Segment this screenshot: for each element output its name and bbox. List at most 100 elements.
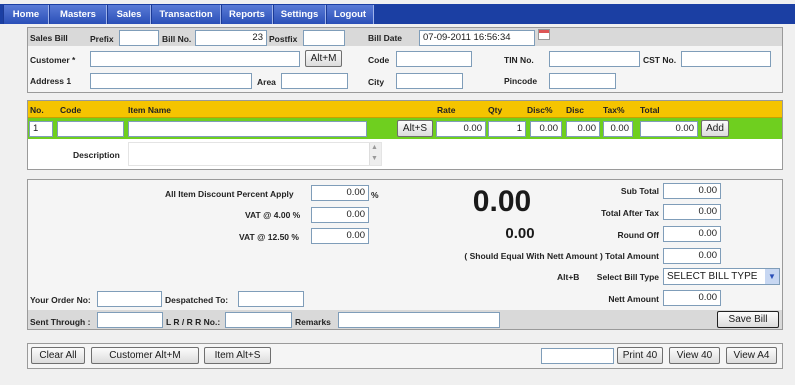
vat125-field[interactable]: 0.00	[311, 228, 369, 244]
description-label: Description	[73, 150, 120, 160]
col-disc: Disc	[566, 105, 584, 115]
area-label: Area	[257, 77, 276, 87]
total-amount-label: ( Should Equal With Nett Amount ) Total …	[464, 251, 659, 261]
sub-total-label: Sub Total	[620, 186, 659, 196]
remarks-label: Remarks	[295, 317, 331, 327]
order-no-field[interactable]	[97, 291, 162, 307]
pincode-field[interactable]	[549, 73, 616, 89]
bill-type-select[interactable]: SELECT BILL TYPE ▼	[663, 268, 780, 285]
alt-s-button[interactable]: Alt+S	[397, 120, 433, 137]
secondary-total-display: 0.00	[505, 225, 535, 242]
vat125-label: VAT @ 12.50 %	[239, 232, 299, 242]
remarks-field[interactable]	[338, 312, 500, 328]
bill-type-label: Select Bill Type	[596, 272, 659, 282]
nett-amount-label: Nett Amount	[608, 294, 659, 304]
order-no-label: Your Order No:	[30, 295, 91, 305]
vat4-label: VAT @ 4.00 %	[245, 210, 301, 220]
disc-percent-field[interactable]: 0.00	[530, 121, 562, 137]
alt-m-button[interactable]: Alt+M	[305, 50, 342, 67]
rate-field[interactable]: 0.00	[436, 121, 486, 137]
description-field[interactable]	[128, 142, 382, 166]
percent-sign: %	[371, 190, 379, 200]
col-code: Code	[60, 105, 82, 115]
despatched-field[interactable]	[238, 291, 304, 307]
item-alt-s-button[interactable]: Item Alt+S	[204, 347, 271, 364]
despatched-label: Despatched To:	[165, 295, 229, 305]
customer-alt-m-button[interactable]: Customer Alt+M	[91, 347, 199, 364]
bill-no-field[interactable]: 23	[195, 30, 267, 46]
col-tax-percent: Tax%	[603, 105, 625, 115]
total-after-tax-label: Total After Tax	[601, 208, 659, 218]
qty-field[interactable]: 1	[488, 121, 526, 137]
tin-field[interactable]	[549, 51, 640, 67]
view-40-button[interactable]: View 40	[669, 347, 720, 364]
col-item-name: Item Name	[128, 105, 171, 115]
sales-bill-title: Sales Bill	[30, 33, 68, 43]
sent-through-field[interactable]	[97, 312, 163, 328]
col-total: Total	[640, 105, 660, 115]
postfix-field[interactable]	[303, 30, 345, 46]
calendar-icon[interactable]	[538, 29, 550, 40]
scroll-down-icon[interactable]: ▼	[371, 155, 378, 162]
save-bill-button[interactable]: Save Bill	[717, 311, 779, 328]
address-field[interactable]	[90, 73, 252, 89]
clear-all-button[interactable]: Clear All	[31, 347, 85, 364]
item-no-field[interactable]: 1	[29, 121, 53, 137]
menu-reports[interactable]: Reports	[221, 5, 273, 24]
print-40-button[interactable]: Print 40	[617, 347, 663, 364]
all-item-discount-label: All Item Discount Percent Apply	[165, 189, 294, 199]
round-off-field[interactable]: 0.00	[663, 226, 721, 242]
col-rate: Rate	[437, 105, 456, 115]
sub-total-field[interactable]: 0.00	[663, 183, 721, 199]
scroll-up-icon[interactable]: ▲	[371, 144, 378, 151]
bill-no-label: Bill No.	[162, 34, 192, 44]
prefix-field[interactable]	[119, 30, 159, 46]
lr-rr-label: L R / R R No.:	[166, 317, 221, 327]
tax-percent-field[interactable]: 0.00	[603, 121, 633, 137]
total-after-tax-field[interactable]: 0.00	[663, 204, 721, 220]
code-field[interactable]	[396, 51, 472, 67]
col-disc-percent: Disc%	[527, 105, 553, 115]
bill-type-value: SELECT BILL TYPE	[667, 271, 758, 282]
sent-through-label: Sent Through :	[30, 317, 91, 327]
bill-date-field[interactable]: 07-09-2011 16:56:34	[419, 30, 535, 46]
total-amount-field[interactable]: 0.00	[663, 248, 721, 264]
city-label: City	[368, 77, 385, 87]
print-copies-field[interactable]	[541, 348, 614, 364]
menu-settings[interactable]: Settings	[273, 5, 326, 24]
add-button[interactable]: Add	[701, 120, 729, 137]
prefix-label: Prefix	[90, 34, 114, 44]
col-no: No.	[30, 105, 44, 115]
pincode-label: Pincode	[504, 76, 538, 86]
disc-field[interactable]: 0.00	[566, 121, 600, 137]
customer-field[interactable]	[90, 51, 300, 67]
city-field[interactable]	[396, 73, 463, 89]
address-label: Address 1	[30, 76, 72, 86]
view-a4-button[interactable]: View A4	[726, 347, 777, 364]
cst-field[interactable]	[681, 51, 771, 67]
vat4-field[interactable]: 0.00	[311, 207, 369, 223]
nett-amount-field[interactable]: 0.00	[663, 290, 721, 306]
menu-masters[interactable]: Masters	[49, 5, 107, 24]
alt-b-label: Alt+B	[557, 272, 580, 282]
grand-total-display: 0.00	[472, 185, 532, 218]
menu-home[interactable]: Home	[3, 5, 49, 24]
menu-transaction[interactable]: Transaction	[151, 5, 221, 24]
round-off-label: Round Off	[617, 230, 659, 240]
all-item-discount-field[interactable]: 0.00	[311, 185, 369, 201]
menu-logout[interactable]: Logout	[326, 5, 374, 24]
chevron-down-icon[interactable]: ▼	[765, 269, 779, 284]
customer-label: Customer *	[30, 55, 76, 65]
area-field[interactable]	[281, 73, 348, 89]
total-field[interactable]: 0.00	[640, 121, 698, 137]
tin-label: TIN No.	[504, 55, 534, 65]
item-name-field[interactable]	[128, 121, 367, 137]
cst-label: CST No.	[643, 55, 677, 65]
description-scrollbar[interactable]: ▲ ▼	[369, 143, 381, 165]
code-label: Code	[368, 55, 390, 65]
menu-sales[interactable]: Sales	[107, 5, 151, 24]
item-code-field[interactable]	[57, 121, 124, 137]
postfix-label: Postfix	[269, 34, 298, 44]
bill-date-label: Bill Date	[368, 33, 403, 43]
lr-rr-field[interactable]	[225, 312, 292, 328]
